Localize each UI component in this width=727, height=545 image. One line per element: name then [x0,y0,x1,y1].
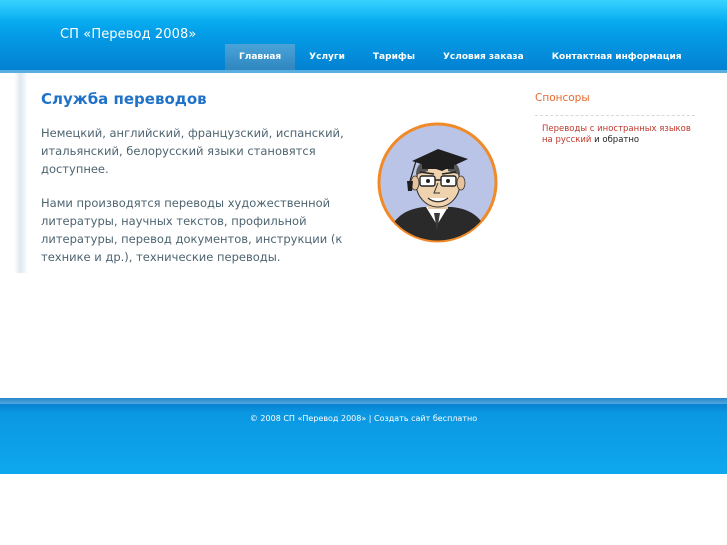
professor-portrait-image [377,122,498,243]
nav-item-contacts[interactable]: Контактная информация [538,44,696,70]
site-footer: © 2008 СП «Перевод 2008» | Создать сайт … [0,398,727,474]
header-border [0,70,727,73]
header-shine [0,0,727,22]
nav-item-order-terms[interactable]: Условия заказа [429,44,538,70]
nav-item-services[interactable]: Услуги [295,44,359,70]
site-header: СП «Перевод 2008» Главная Услуги Тарифы … [0,0,727,73]
sponsors-heading: Спонсоры [535,92,590,104]
sponsor-suffix: и обратно [591,135,640,145]
footer-top-border [0,398,727,404]
site-title[interactable]: СП «Перевод 2008» [60,27,196,42]
left-decoration [14,73,28,273]
nav-item-prices[interactable]: Тарифы [359,44,429,70]
footer-text: © 2008 СП «Перевод 2008» | Создать сайт … [0,414,727,423]
intro-paragraph: Немецкий, английский, французский, испан… [41,126,344,176]
footer-copyright: © 2008 СП «Перевод 2008» | [249,414,375,423]
sponsor-entry: Переводы с иностранных языков на русский… [542,124,692,146]
main-nav: Главная Услуги Тарифы Условия заказа Кон… [225,44,696,70]
nav-item-home[interactable]: Главная [225,44,296,70]
create-site-link[interactable]: Создать сайт бесплатно [374,414,477,423]
sponsors-divider [535,115,695,116]
services-paragraph: Нами производятся переводы художественно… [41,196,343,264]
page-title: Служба переводов [41,90,207,108]
